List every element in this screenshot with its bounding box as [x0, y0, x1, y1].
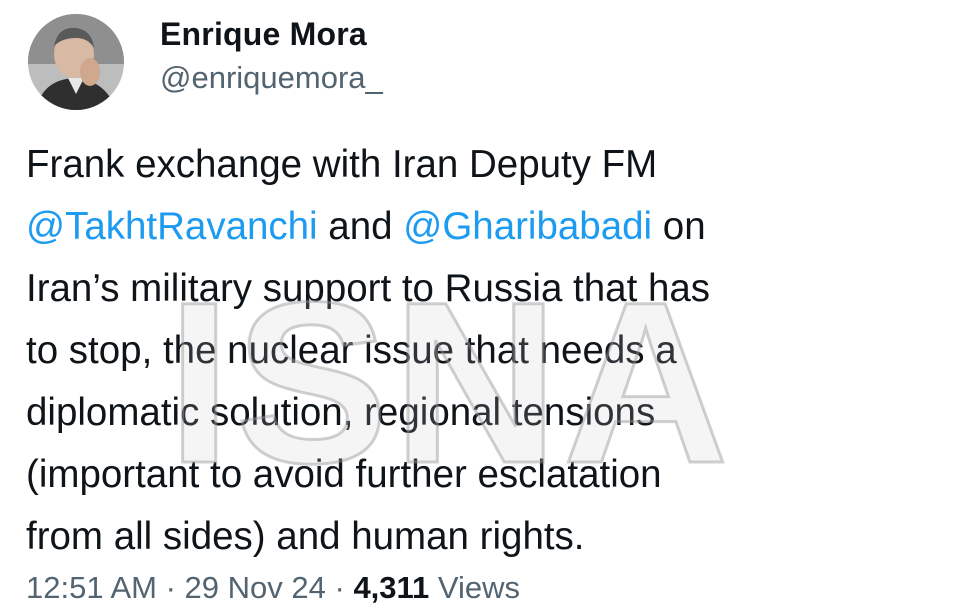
tweet-text-line: Iran’s military support to Russia that h… — [26, 258, 936, 320]
mention-link[interactable]: @TakhtRavanchi — [26, 205, 318, 248]
tweet-meta: 12:51 AM · 29 Nov 24 · 4,311 Views — [26, 568, 520, 608]
tweet-text-segment: (important to avoid further esclatation — [26, 453, 662, 496]
tweet-text-line: @TakhtRavanchi and @Gharibabadi on — [26, 196, 936, 258]
user-handle[interactable]: @enriquemora_ — [160, 58, 383, 98]
author-block: Enrique Mora @enriquemora_ — [160, 14, 383, 98]
tweet-text-line: from all sides) and human rights. — [26, 506, 936, 568]
tweet-time[interactable]: 12:51 AM — [26, 570, 157, 605]
tweet-text-segment: and — [317, 205, 404, 248]
tweet-card: Enrique Mora @enriquemora_ Frank exchang… — [0, 0, 960, 614]
tweet-text: Frank exchange with Iran Deputy FM @Takht… — [26, 134, 936, 568]
tweet-text-segment: from all sides) and human rights. — [26, 515, 585, 558]
tweet-text-segment: on — [652, 205, 706, 248]
tweet-text-line: to stop, the nuclear issue that needs a — [26, 320, 936, 382]
tweet-text-line: (important to avoid further esclatation — [26, 444, 936, 506]
meta-separator: · — [325, 570, 354, 605]
views-label: Views — [429, 570, 521, 605]
meta-separator: · — [156, 570, 185, 605]
avatar-photo — [28, 14, 124, 110]
tweet-text-segment: Frank exchange with Iran Deputy FM — [26, 143, 658, 186]
tweet-text-line: Frank exchange with Iran Deputy FM — [26, 134, 936, 196]
tweet-date[interactable]: 29 Nov 24 — [185, 570, 326, 605]
mention-link[interactable]: @Gharibabadi — [403, 205, 652, 248]
views-count[interactable]: 4,311 — [353, 570, 429, 605]
tweet-text-segment: Iran’s military support to Russia that h… — [26, 267, 711, 310]
tweet-text-line: diplomatic solution, regional tensions — [26, 382, 936, 444]
tweet-text-segment: diplomatic solution, regional tensions — [26, 391, 656, 434]
avatar[interactable] — [28, 14, 124, 110]
display-name[interactable]: Enrique Mora — [160, 14, 383, 54]
tweet-text-segment: to stop, the nuclear issue that needs a — [26, 329, 677, 372]
